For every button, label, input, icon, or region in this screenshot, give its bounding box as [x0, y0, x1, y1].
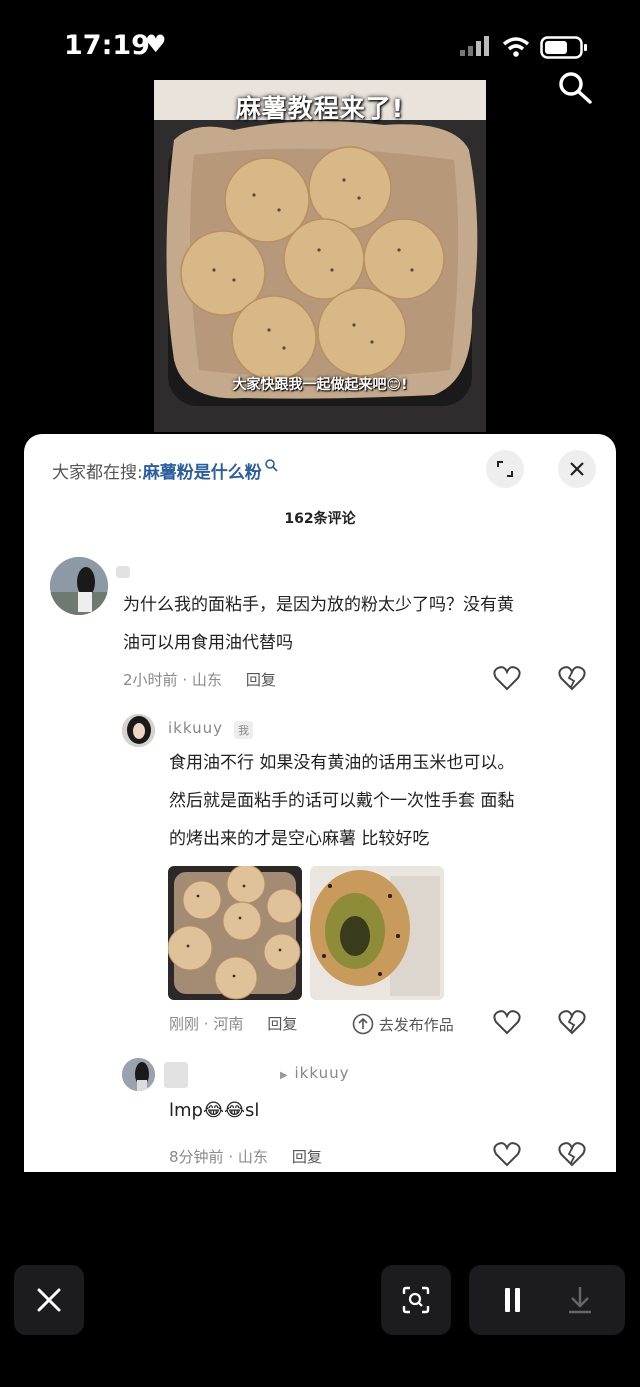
username-blurred — [164, 1062, 188, 1088]
pause-icon[interactable] — [469, 1265, 547, 1335]
reply-button[interactable]: 回复 — [267, 1015, 297, 1033]
search-icon[interactable] — [555, 70, 595, 110]
close-sheet-button[interactable] — [558, 450, 596, 488]
comment-image[interactable] — [310, 866, 444, 1000]
comment-location: 山东 — [191, 671, 222, 689]
close-icon — [570, 462, 584, 476]
heart-outline-icon[interactable] — [493, 1141, 521, 1167]
search-term-link[interactable]: 麻薯粉是什么粉 — [143, 463, 262, 483]
video-title: 麻薯教程来了! — [235, 94, 405, 123]
reply-to-user[interactable]: ▶ ikkuuy — [280, 1064, 349, 1082]
comment-time: 2小时前 — [123, 671, 178, 689]
close-icon — [37, 1288, 61, 1312]
status-bar: 17:19 ♥ — [0, 0, 640, 80]
reply-button[interactable]: 回复 — [246, 671, 276, 689]
upload-circle-icon — [352, 1013, 374, 1035]
comment-count: 162条评论 — [284, 511, 356, 527]
reply-arrow-icon: ▶ — [280, 1070, 289, 1081]
comment-image-photo — [168, 866, 302, 1000]
comment-time: 刚刚 — [169, 1015, 200, 1033]
comment-text: 为什么我的面粘手，是因为放的粉太少了吗？没有黄 油可以用食用油代替吗 — [123, 595, 514, 653]
playback-controls — [469, 1265, 625, 1335]
comment-meta: 刚刚 · 河南 回复 — [169, 1015, 298, 1033]
comment-image-photo — [310, 866, 444, 1000]
heart-outline-icon[interactable] — [493, 665, 521, 691]
search-suggestion[interactable]: 大家都在搜:麻薯粉是什么粉 — [52, 458, 278, 483]
comment-location: 河南 — [213, 1015, 244, 1033]
author-tag: 我 — [234, 721, 253, 739]
publish-work-button[interactable]: 去发布作品 — [352, 1013, 454, 1035]
expand-icon — [497, 461, 513, 477]
avatar-image — [122, 714, 155, 747]
comment-time: 8分钟前 — [169, 1148, 224, 1166]
download-icon[interactable] — [547, 1265, 625, 1335]
reply-button[interactable]: 回复 — [292, 1148, 322, 1166]
username[interactable]: ikkuuy — [168, 719, 223, 737]
visual-search-button[interactable] — [381, 1265, 451, 1335]
wifi-icon — [502, 37, 530, 57]
expand-button[interactable] — [486, 450, 524, 488]
search-label: 大家都在搜: — [52, 463, 143, 483]
heart-icon: ♥ — [145, 30, 167, 58]
cellular-signal-icon — [460, 36, 489, 56]
battery-icon — [540, 36, 587, 59]
close-button[interactable] — [14, 1265, 84, 1335]
username-blurred — [116, 566, 130, 578]
search-icon — [264, 459, 278, 472]
clock: 17:19 — [64, 30, 150, 61]
comment-location: 山东 — [237, 1148, 268, 1166]
comment-text: lmp😂😂sl — [169, 1100, 260, 1121]
comment-image[interactable] — [168, 866, 302, 1000]
video-caption: 大家快跟我一起做起来吧😊! — [232, 377, 408, 393]
avatar[interactable] — [50, 557, 108, 615]
comment-text: 食用油不行 如果没有黄油的话用玉米也可以。 然后就是面粘手的话可以戴个一次性手套… — [169, 753, 515, 849]
comments-sheet: 大家都在搜:麻薯粉是什么粉 162条评论 为什么我的面粘手，是因为放的粉太少了吗… — [24, 434, 616, 1172]
avatar-image — [122, 1058, 155, 1091]
broken-heart-icon[interactable] — [558, 1009, 586, 1035]
avatar[interactable] — [122, 1058, 155, 1091]
avatar[interactable] — [122, 714, 155, 747]
avatar-image — [50, 557, 108, 615]
heart-outline-icon[interactable] — [493, 1009, 521, 1035]
scan-search-icon — [402, 1286, 430, 1314]
broken-heart-icon[interactable] — [558, 665, 586, 691]
comment-meta: 8分钟前 · 山东 回复 — [169, 1148, 322, 1166]
video-player[interactable]: 麻薯教程来了! 大家快跟我一起做起来吧😊! — [154, 80, 486, 432]
broken-heart-icon[interactable] — [558, 1141, 586, 1167]
comment-meta: 2小时前 · 山东 回复 — [123, 671, 276, 689]
